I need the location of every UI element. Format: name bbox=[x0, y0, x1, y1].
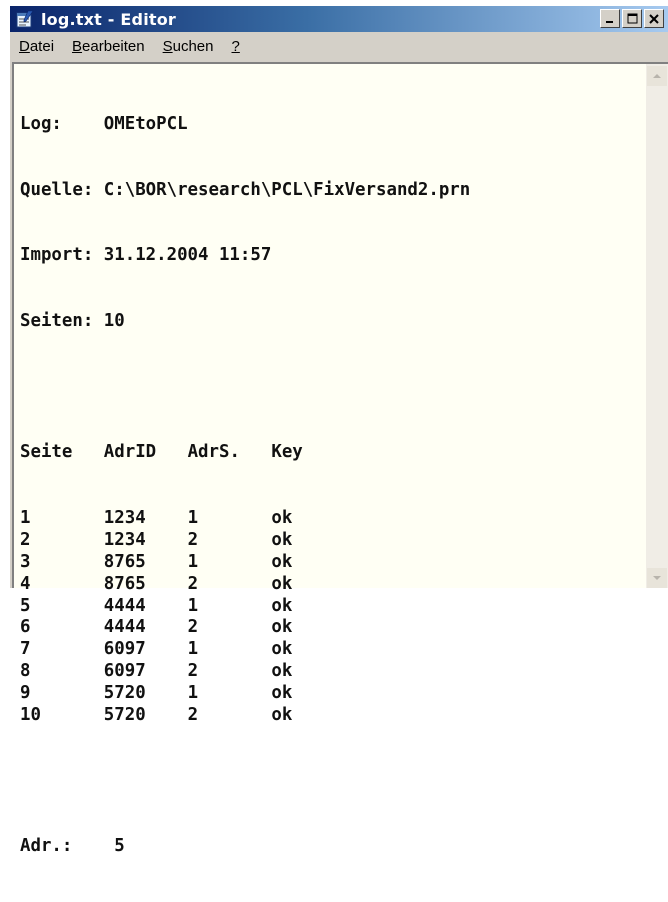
menu-bar: Datei Bearbeiten Suchen ? bbox=[10, 33, 668, 59]
table-cell: 2 bbox=[187, 617, 199, 638]
minimize-icon bbox=[606, 20, 613, 23]
table-cell: 2 bbox=[187, 573, 199, 594]
table-cell: 10 bbox=[20, 705, 41, 726]
menu-help-label: ? bbox=[231, 37, 240, 55]
table-cell: 6097 bbox=[103, 661, 146, 682]
menu-datei[interactable]: Datei bbox=[10, 38, 63, 55]
table-cell: 1 bbox=[187, 551, 199, 572]
quelle-label: Quelle: bbox=[20, 179, 94, 200]
menu-suchen[interactable]: Suchen bbox=[154, 38, 223, 55]
table-cell: 2 bbox=[187, 529, 199, 550]
table-cell: 8 bbox=[20, 661, 31, 682]
line-import: Import: 31.12.2004 11:57 bbox=[20, 245, 642, 267]
table-cell: ok bbox=[271, 661, 293, 682]
seiten-label: Seiten: bbox=[20, 310, 94, 331]
table-cell: 2 bbox=[187, 705, 199, 726]
table-row: 3 8765 1 ok bbox=[20, 552, 642, 574]
table-cell: 7 bbox=[20, 639, 31, 660]
table-cell: 4444 bbox=[103, 595, 146, 616]
table-row: 2 1234 2 ok bbox=[20, 530, 642, 552]
table-header: Seite AdrID AdrS. Key bbox=[20, 442, 642, 464]
table-row: 1 1234 1 ok bbox=[20, 508, 642, 530]
table-row: 4 8765 2 ok bbox=[20, 574, 642, 596]
table-cell: 5720 bbox=[103, 683, 146, 704]
line-seiten: Seiten: 10 bbox=[20, 311, 642, 333]
scroll-up-button[interactable] bbox=[647, 66, 667, 86]
menu-suchen-rest: uchen bbox=[172, 37, 214, 55]
close-button[interactable] bbox=[644, 9, 664, 28]
table-cell: ok bbox=[271, 683, 293, 704]
table-cell: 6097 bbox=[103, 639, 146, 660]
table-cell: ok bbox=[271, 595, 293, 616]
table-cell: 9 bbox=[20, 683, 31, 704]
scroll-down-icon bbox=[653, 576, 661, 580]
import-value: 31.12.2004 11:57 bbox=[103, 245, 272, 266]
maximize-button[interactable] bbox=[622, 9, 642, 28]
maximize-icon bbox=[627, 13, 637, 24]
notepad-icon[interactable] bbox=[14, 9, 36, 29]
table-cell: 8765 bbox=[103, 573, 146, 594]
table-body: 1 1234 1 ok 2 1234 2 ok 3 8765 1 ok 4 8765 … bbox=[20, 508, 642, 727]
table-row: 10 5720 2 ok bbox=[20, 705, 642, 727]
table-cell: 6 bbox=[20, 617, 31, 638]
table-cell: 1 bbox=[187, 508, 199, 529]
scroll-down-button[interactable] bbox=[647, 568, 667, 588]
table-cell: ok bbox=[271, 573, 293, 594]
table-cell: 8765 bbox=[103, 551, 146, 572]
table-row: 8 6097 2 ok bbox=[20, 661, 642, 683]
table-cell: 2 bbox=[187, 661, 199, 682]
text-editor[interactable]: Log: OMEtoPCL Quelle: C:\BOR\research\PC… bbox=[12, 62, 668, 857]
adr-label: Adr.: bbox=[20, 836, 73, 857]
log-value: OMEtoPCL bbox=[103, 113, 188, 134]
table-cell: ok bbox=[271, 617, 293, 638]
table-cell: 4 bbox=[20, 573, 31, 594]
table-cell: ok bbox=[271, 705, 293, 726]
scroll-up-icon bbox=[653, 74, 661, 78]
table-cell: ok bbox=[271, 529, 293, 550]
table-cell: 1234 bbox=[103, 508, 146, 529]
title-bar[interactable]: log.txt - Editor bbox=[10, 6, 668, 32]
table-cell: ok bbox=[271, 508, 293, 529]
log-label: Log: bbox=[20, 113, 62, 134]
seiten-value: 10 bbox=[103, 310, 125, 331]
line-adr: Adr.: 5 bbox=[20, 836, 642, 858]
column-header: AdrID bbox=[103, 442, 157, 463]
table-cell: 3 bbox=[20, 551, 31, 572]
table-cell: 5 bbox=[20, 595, 31, 616]
text-content[interactable]: Log: OMEtoPCL Quelle: C:\BOR\research\PC… bbox=[20, 70, 642, 857]
import-label: Import: bbox=[20, 245, 94, 266]
menu-bearbeiten[interactable]: Bearbeiten bbox=[63, 38, 154, 55]
table-cell: 1 bbox=[187, 639, 199, 660]
table-cell: ok bbox=[271, 551, 293, 572]
close-icon bbox=[649, 13, 659, 24]
table-row: 7 6097 1 ok bbox=[20, 639, 642, 661]
table-cell: 2 bbox=[20, 529, 31, 550]
table-row: 6 4444 2 ok bbox=[20, 617, 642, 639]
menu-help[interactable]: ? bbox=[223, 38, 249, 55]
vertical-scrollbar[interactable] bbox=[646, 64, 668, 588]
menu-datei-rest: atei bbox=[29, 37, 55, 55]
table-cell: 1234 bbox=[103, 529, 146, 550]
table-cell: 1 bbox=[20, 508, 31, 529]
line-quelle: Quelle: C:\BOR\research\PCL\FixVersand2.… bbox=[20, 180, 642, 202]
quelle-value: C:\BOR\research\PCL\FixVersand2.prn bbox=[103, 179, 471, 200]
column-header: AdrS. bbox=[187, 442, 240, 463]
window-title: log.txt - Editor bbox=[41, 9, 177, 29]
table-row: 9 5720 1 ok bbox=[20, 683, 642, 705]
table-cell: 5720 bbox=[103, 705, 146, 726]
minimize-button[interactable] bbox=[600, 9, 620, 28]
table-cell: 1 bbox=[187, 683, 199, 704]
menu-bearbeiten-rest: earbeiten bbox=[82, 37, 145, 55]
table-cell: 4444 bbox=[103, 617, 146, 638]
table-row: 5 4444 1 ok bbox=[20, 596, 642, 618]
column-header: Seite bbox=[20, 442, 73, 463]
column-header: Key bbox=[271, 442, 303, 463]
line-log: Log: OMEtoPCL bbox=[20, 114, 642, 136]
table-cell: 1 bbox=[187, 595, 199, 616]
adr-value: 5 bbox=[114, 836, 125, 857]
editor-window: log.txt - Editor Datei Bearbeiten Suchen… bbox=[8, 4, 668, 857]
table-cell: ok bbox=[271, 639, 293, 660]
